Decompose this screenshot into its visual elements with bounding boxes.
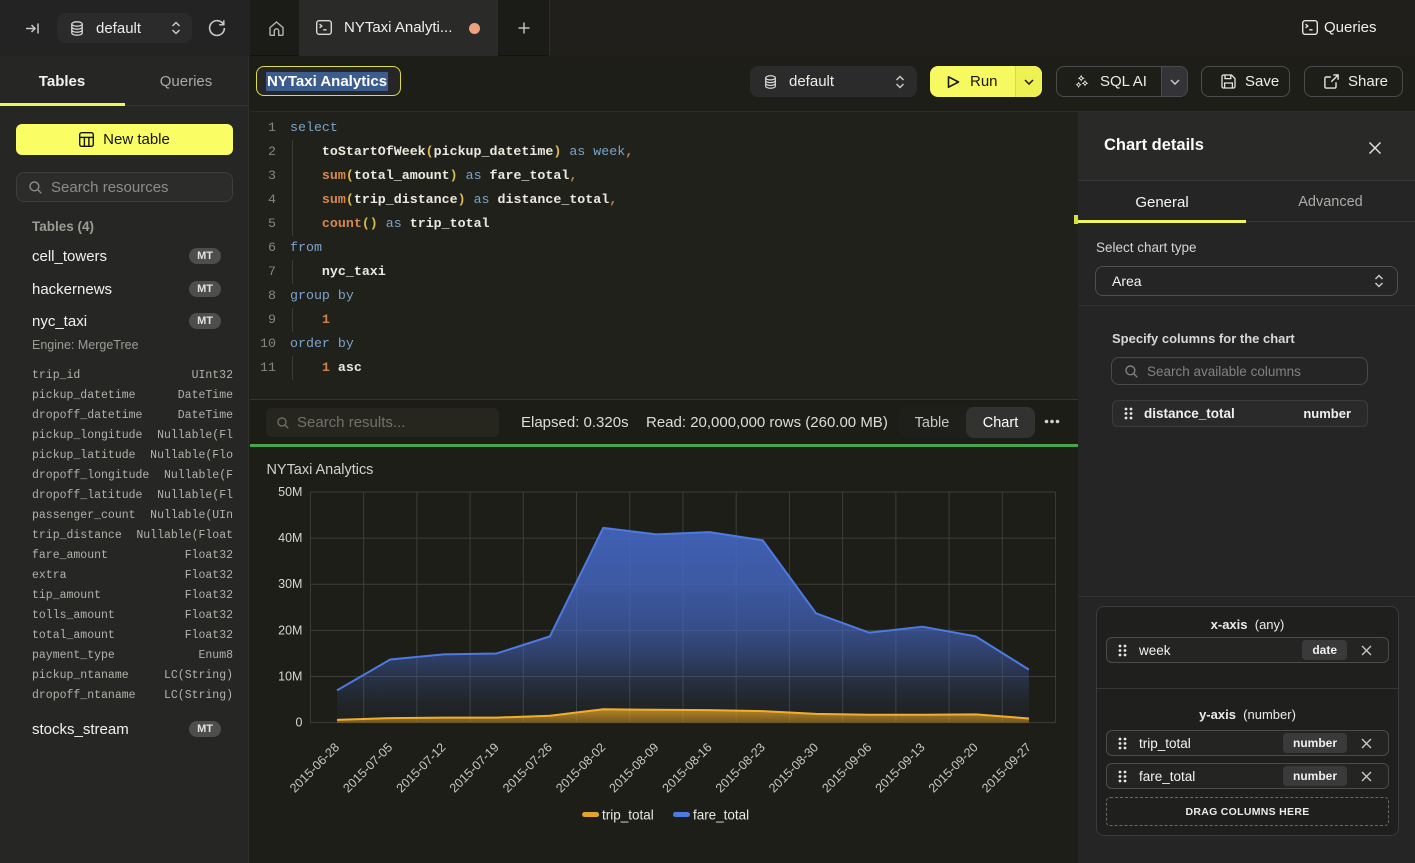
svg-text:2015-08-30: 2015-08-30 — [766, 740, 821, 795]
svg-text:NYTaxi Analytics: NYTaxi Analytics — [266, 461, 373, 477]
svg-text:2015-09-06: 2015-09-06 — [819, 740, 874, 795]
svg-text:2015-06-28: 2015-06-28 — [287, 740, 342, 795]
svg-text:2015-09-13: 2015-09-13 — [873, 740, 928, 795]
svg-text:20M: 20M — [278, 623, 302, 637]
svg-text:2015-08-09: 2015-08-09 — [607, 740, 662, 795]
svg-text:fare_total: fare_total — [693, 807, 749, 822]
svg-text:10M: 10M — [278, 669, 302, 683]
svg-text:trip_total: trip_total — [602, 807, 654, 822]
svg-text:0: 0 — [295, 715, 302, 729]
svg-text:2015-09-27: 2015-09-27 — [979, 740, 1034, 795]
svg-text:2015-08-02: 2015-08-02 — [553, 740, 608, 795]
svg-text:40M: 40M — [278, 531, 302, 545]
svg-text:2015-07-05: 2015-07-05 — [340, 740, 395, 795]
svg-text:30M: 30M — [278, 577, 302, 591]
svg-text:2015-07-12: 2015-07-12 — [394, 740, 449, 795]
svg-text:2015-07-19: 2015-07-19 — [447, 740, 502, 795]
svg-text:2015-07-26: 2015-07-26 — [500, 740, 555, 795]
svg-text:50M: 50M — [278, 484, 302, 498]
svg-text:2015-08-23: 2015-08-23 — [713, 740, 768, 795]
svg-text:2015-08-16: 2015-08-16 — [660, 740, 715, 795]
svg-text:2015-09-20: 2015-09-20 — [926, 740, 981, 795]
